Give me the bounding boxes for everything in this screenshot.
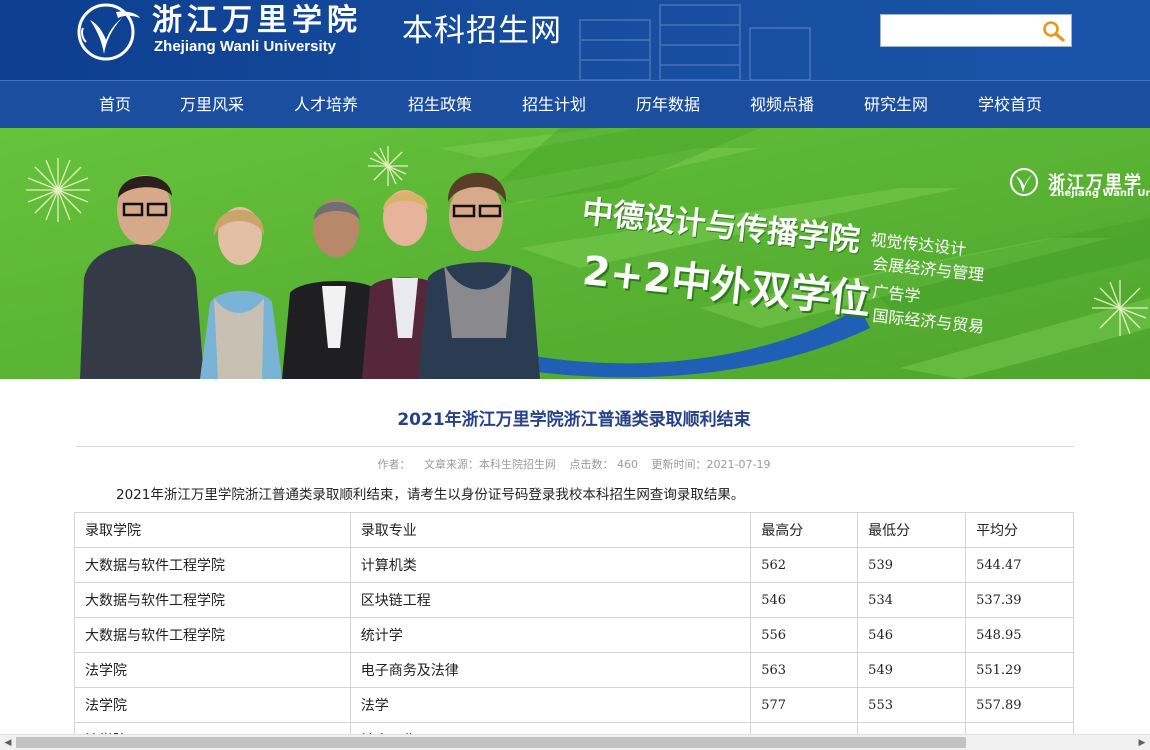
logo-chinese-name[interactable]: 浙江万里学院 (152, 2, 362, 40)
search-box (880, 14, 1072, 47)
table-cell-avg: 551.29 (965, 652, 1074, 688)
article-intro: 2021年浙江万里学院浙江普通类录取顺利结束，请考生以身份证号码登录我校本科招生… (116, 487, 745, 503)
table-header-cell: 录取专业 (349, 512, 752, 548)
banner-artwork (0, 128, 1150, 379)
table-cell-min: 546 (857, 617, 967, 653)
nav-item-graduate[interactable]: 研究生网 (864, 81, 928, 129)
site-name: 本科招生网 (402, 13, 562, 49)
logo-english-name[interactable]: Zhejiang Wanli University (154, 38, 336, 56)
nav-item-talent-training[interactable]: 人才培养 (294, 81, 358, 129)
table-row: 大数据与软件工程学院 统计学 556 546 548.95 (74, 617, 1074, 653)
scroll-left-icon[interactable]: ◀ (0, 735, 16, 750)
meta-source: 文章来源：本科生院招生网 (424, 458, 557, 471)
meta-hits: 点击数： 460 (569, 458, 639, 471)
promo-banner[interactable]: 中德设计与传播学院 2+2中外双学位 视觉传达设计 会展经济与管理 广告学 国际… (0, 128, 1150, 379)
banner-logo-en: Zhejiang Wanli Univer (1050, 188, 1150, 199)
nav-item-admission-policy[interactable]: 招生政策 (408, 81, 472, 129)
table-cell-major: 统计学 (349, 617, 752, 653)
table-cell-max: 556 (750, 617, 859, 653)
table-cell-avg: 537.39 (965, 582, 1074, 618)
meta-updated: 更新时间：2021-07-19 (651, 458, 771, 471)
table-row: 法学院 电子商务及法律 563 549 551.29 (74, 652, 1074, 688)
table-cell-max: 562 (750, 547, 859, 583)
table-cell-major: 电子商务及法律 (349, 652, 752, 688)
nav-item-historical-data[interactable]: 历年数据 (636, 81, 700, 129)
nav-item-home[interactable]: 首页 (99, 81, 131, 129)
table-header-cell: 平均分 (965, 512, 1074, 548)
table-cell-min: 534 (857, 582, 967, 618)
table-header-cell: 最高分 (750, 512, 859, 548)
table-cell-max: 577 (750, 687, 859, 723)
building-watermark (579, 4, 811, 80)
table-cell-college: 法学院 (74, 652, 351, 688)
search-input[interactable] (881, 15, 1039, 46)
table-cell-avg: 548.95 (965, 617, 1074, 653)
article-meta: 作者： 文章来源：本科生院招生网 点击数： 460 更新时间：2021-07-1… (0, 457, 1148, 473)
table-row: 大数据与软件工程学院 区块链工程 546 534 537.39 (74, 582, 1074, 618)
nav-item-school-home[interactable]: 学校首页 (978, 81, 1042, 129)
wanli-emblem-icon[interactable] (76, 2, 142, 62)
nav-item-wanli-style[interactable]: 万里风采 (180, 81, 244, 129)
table-cell-min: 549 (857, 652, 967, 688)
search-icon[interactable] (1041, 19, 1067, 43)
main-nav: 首页 万里风采 人才培养 招生政策 招生计划 历年数据 视频点播 研究生网 学校… (0, 80, 1150, 128)
table-cell-college: 大数据与软件工程学院 (74, 582, 351, 618)
table-cell-avg: 557.89 (965, 687, 1074, 723)
site-header: 浙江万里学院 Zhejiang Wanli University 本科招生网 (0, 0, 1150, 80)
table-header-row: 录取学院 录取专业 最高分 最低分 平均分 (74, 512, 1074, 548)
admission-score-table: 录取学院 录取专业 最高分 最低分 平均分 大数据与软件工程学院 计算机类 56… (74, 512, 1074, 750)
table-cell-avg: 544.47 (965, 547, 1074, 583)
table-header-cell: 录取学院 (74, 512, 351, 548)
table-cell-college: 大数据与软件工程学院 (74, 617, 351, 653)
table-cell-major: 计算机类 (349, 547, 752, 583)
scroll-right-icon[interactable]: ▶ (1134, 735, 1150, 750)
table-cell-max: 546 (750, 582, 859, 618)
table-cell-major: 区块链工程 (349, 582, 752, 618)
nav-item-video[interactable]: 视频点播 (750, 81, 814, 129)
scrollbar-thumb[interactable] (16, 737, 966, 748)
table-row: 法学院 法学 577 553 557.89 (74, 687, 1074, 723)
nav-item-admission-plan[interactable]: 招生计划 (522, 81, 586, 129)
table-cell-college: 大数据与软件工程学院 (74, 547, 351, 583)
table-header-cell: 最低分 (857, 512, 967, 548)
meta-author: 作者： (377, 458, 411, 471)
table-cell-min: 539 (857, 547, 967, 583)
table-cell-college: 法学院 (74, 687, 351, 723)
horizontal-scrollbar[interactable]: ◀ ▶ (0, 734, 1150, 750)
title-divider (76, 446, 1074, 447)
article-title: 2021年浙江万里学院浙江普通类录取顺利结束 (397, 410, 751, 430)
table-cell-min: 553 (857, 687, 967, 723)
table-cell-major: 法学 (349, 687, 752, 723)
table-cell-max: 563 (750, 652, 859, 688)
table-row: 大数据与软件工程学院 计算机类 562 539 544.47 (74, 547, 1074, 583)
